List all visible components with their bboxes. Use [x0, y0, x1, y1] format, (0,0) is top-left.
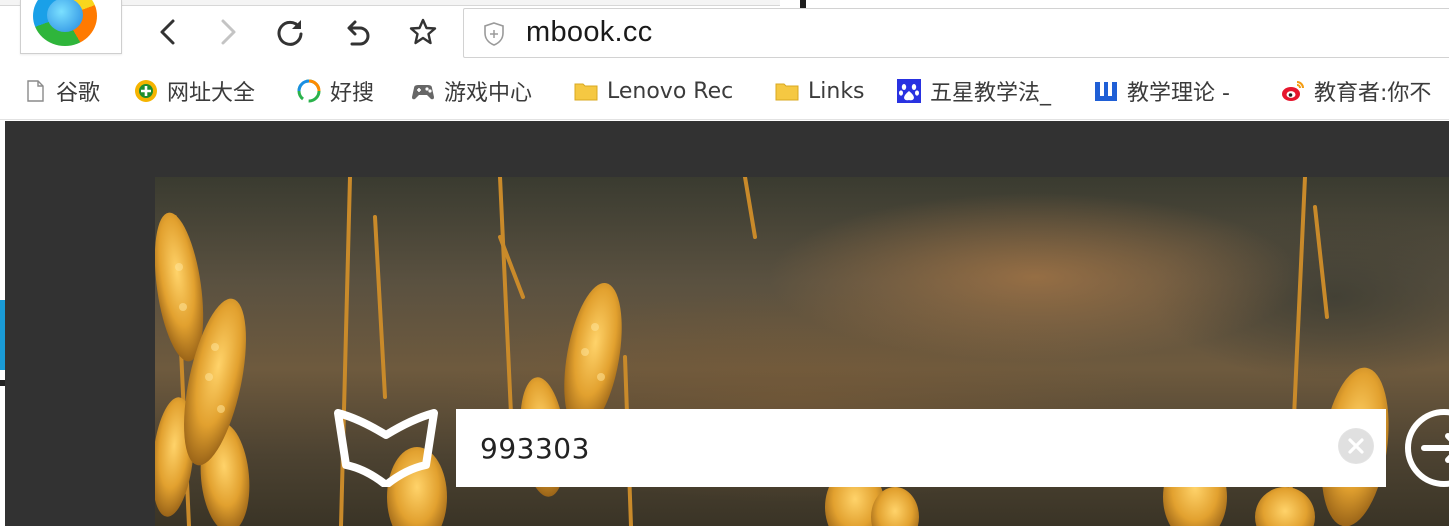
bookmark-label: 谷歌 [56, 81, 101, 106]
gamepad-icon [410, 78, 436, 104]
baidu-paw-icon [896, 78, 922, 104]
bookmark-google[interactable]: 谷歌 [22, 76, 100, 106]
bookmark-haosou[interactable]: 好搜 [296, 76, 374, 106]
shield-icon[interactable] [482, 21, 506, 47]
browser-logo-tile[interactable] [20, 0, 122, 54]
bookmark-label: Links [808, 78, 865, 104]
bookmark-five-star-teaching[interactable]: 五星教学法_ [896, 76, 1051, 106]
bookmark-educator[interactable]: 教育者:你不 [1280, 76, 1431, 106]
arrow-right-icon [1421, 433, 1449, 463]
reload-icon [277, 20, 303, 46]
bookmark-label: Lenovo Rec [607, 78, 734, 104]
page-icon [22, 78, 48, 104]
favorite-button[interactable] [403, 12, 443, 52]
address-bar[interactable]: mbook.cc [463, 8, 1449, 58]
bookmark-label: 五星教学法_ [930, 81, 1052, 106]
w-logo-icon [1093, 78, 1119, 104]
browser-toolbar: mbook.cc [0, 0, 1449, 64]
forward-button[interactable] [208, 12, 248, 52]
site-nav-icon [133, 78, 159, 104]
star-icon [409, 18, 437, 45]
bookmark-label: 网址大全 [167, 81, 256, 106]
weibo-icon [1280, 78, 1306, 104]
clear-search-button[interactable] [1338, 428, 1374, 464]
bookmark-links[interactable]: Links [774, 76, 865, 106]
book-logo-icon [334, 409, 438, 487]
bookmark-label: 游戏中心 [444, 81, 533, 106]
url-text[interactable]: mbook.cc [526, 16, 653, 49]
undo-button[interactable] [337, 12, 377, 52]
bookmark-label: 好搜 [330, 81, 375, 106]
folder-icon [573, 78, 599, 104]
haosou-icon [296, 78, 322, 104]
folder-icon [774, 78, 800, 104]
browser-logo-icon [33, 0, 97, 46]
bookmark-label: 教育者:你不 [1314, 81, 1432, 106]
back-button[interactable] [148, 12, 188, 52]
search-input[interactable] [456, 409, 1386, 487]
bookmark-game-center[interactable]: 游戏中心 [410, 76, 532, 106]
chevron-right-icon [221, 19, 236, 45]
bookmark-label: 教学理论 - [1127, 81, 1230, 106]
reload-button[interactable] [270, 12, 310, 52]
search-submit-button[interactable] [1402, 406, 1449, 490]
undo-icon [347, 20, 370, 46]
bookmarks-bar: 谷歌 网址大全 好搜 游戏中心 Lenovo Rec Links 五星教学法_ … [0, 64, 1449, 120]
bookmark-teaching-theory[interactable]: 教学理论 - [1093, 76, 1230, 106]
bookmark-site-nav[interactable]: 网址大全 [133, 76, 255, 106]
bookmark-lenovo-rec[interactable]: Lenovo Rec [573, 76, 733, 106]
clear-icon [1339, 429, 1373, 463]
chevron-left-icon [160, 19, 175, 45]
